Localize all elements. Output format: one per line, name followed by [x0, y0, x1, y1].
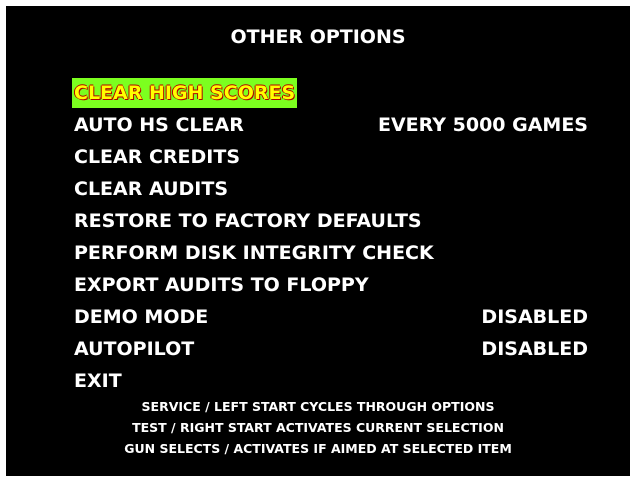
menu-item-restore-factory-defaults[interactable]: RESTORE TO FACTORY DEFAULTS	[72, 206, 588, 238]
menu-item-label: CLEAR AUDITS	[74, 178, 229, 200]
menu-item-exit[interactable]: EXIT	[72, 366, 588, 398]
menu-item-autopilot[interactable]: AUTOPILOT DISABLED	[72, 334, 588, 366]
menu-item-demo-mode[interactable]: DEMO MODE DISABLED	[72, 302, 588, 334]
menu-item-label: CLEAR CREDITS	[74, 146, 241, 168]
menu-item-label: DEMO MODE	[74, 306, 209, 328]
instruction-line: GUN SELECTS / ACTIVATES IF AIMED AT SELE…	[124, 441, 512, 456]
menu-item-label: EXIT	[74, 370, 122, 392]
menu-item-value: DISABLED	[481, 306, 588, 328]
menu-item-label: AUTO HS CLEAR	[74, 114, 244, 136]
menu-item-label: AUTOPILOT	[74, 338, 195, 360]
menu-item-value: DISABLED	[481, 338, 588, 360]
menu-item-value: EVERY 5000 GAMES	[378, 114, 588, 136]
instruction-line: TEST / RIGHT START ACTIVATES CURRENT SEL…	[132, 420, 504, 435]
menu-item-auto-hs-clear[interactable]: AUTO HS CLEAR EVERY 5000 GAMES	[72, 110, 588, 142]
instructions: SERVICE / LEFT START CYCLES THROUGH OPTI…	[6, 396, 630, 459]
menu-item-disk-integrity-check[interactable]: PERFORM DISK INTEGRITY CHECK	[72, 238, 588, 270]
menu-item-clear-credits[interactable]: CLEAR CREDITS	[72, 142, 588, 174]
menu-item-export-audits[interactable]: EXPORT AUDITS TO FLOPPY	[72, 270, 588, 302]
menu-item-clear-audits[interactable]: CLEAR AUDITS	[72, 174, 588, 206]
menu-item-label: RESTORE TO FACTORY DEFAULTS	[74, 210, 422, 232]
menu-item-label: EXPORT AUDITS TO FLOPPY	[74, 274, 369, 296]
menu-item-clear-high-scores[interactable]: CLEAR HIGH SCORES	[72, 78, 588, 110]
screen-title: OTHER OPTIONS	[230, 26, 406, 48]
options-screen: OTHER OPTIONS CLEAR HIGH SCORES AUTO HS …	[6, 6, 630, 476]
options-menu: CLEAR HIGH SCORES AUTO HS CLEAR EVERY 50…	[72, 78, 588, 398]
menu-item-label: PERFORM DISK INTEGRITY CHECK	[74, 242, 434, 264]
menu-item-label: CLEAR HIGH SCORES	[72, 78, 298, 108]
instruction-line: SERVICE / LEFT START CYCLES THROUGH OPTI…	[141, 399, 495, 414]
